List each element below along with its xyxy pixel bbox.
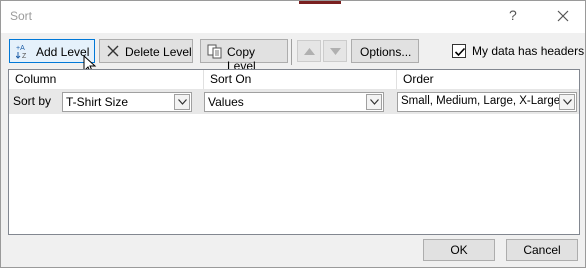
column-select-dropdown[interactable] — [174, 94, 190, 110]
close-button[interactable] — [551, 5, 575, 27]
checkmark-icon — [454, 47, 466, 57]
move-down-button[interactable] — [323, 40, 347, 62]
title-accent — [299, 1, 341, 4]
sort-by-label: Sort by — [13, 94, 52, 108]
sort-level-row[interactable]: Sort by T-Shirt Size Values Small, Mediu… — [9, 90, 579, 114]
triangle-up-icon — [304, 48, 315, 55]
triangle-down-icon — [330, 48, 341, 55]
sort-add-icon: +A Z — [15, 43, 34, 62]
column-select-value: T-Shirt Size — [66, 95, 129, 109]
add-level-label: Add Level — [36, 45, 90, 59]
help-button[interactable]: ? — [509, 7, 517, 23]
chevron-down-icon — [563, 99, 572, 105]
toolbar-separator — [291, 39, 292, 65]
chevron-down-icon — [370, 99, 379, 105]
sort-on-select[interactable]: Values — [204, 92, 384, 112]
move-up-button[interactable] — [297, 40, 321, 62]
copy-icon — [207, 44, 223, 62]
order-select-dropdown[interactable] — [559, 94, 575, 110]
delete-x-icon — [106, 44, 120, 61]
column-select[interactable]: T-Shirt Size — [62, 92, 192, 112]
delete-level-button[interactable]: Delete Level — [99, 39, 193, 63]
sort-on-select-value: Values — [208, 95, 244, 109]
dialog-title: Sort — [10, 9, 33, 23]
options-button[interactable]: Options... — [351, 39, 419, 63]
close-icon — [557, 10, 569, 22]
copy-level-button[interactable]: Copy Level — [200, 39, 288, 73]
cancel-button[interactable]: Cancel — [506, 239, 578, 261]
svg-text:Z: Z — [22, 53, 27, 59]
sort-levels-grid: Column Sort On Order Sort by T-Shirt Siz… — [8, 69, 580, 235]
options-label: Options... — [360, 45, 412, 59]
order-header: Order — [397, 70, 579, 90]
order-select-value: Small, Medium, Large, X-Large — [401, 95, 561, 107]
order-select[interactable]: Small, Medium, Large, X-Large — [397, 92, 577, 112]
sort-dialog: Sort ? +A Z Add Level Delete Level Copy … — [0, 0, 586, 268]
title-bar: Sort ? — [1, 1, 585, 33]
column-header: Column — [9, 70, 204, 90]
sort-on-header: Sort On — [204, 70, 397, 90]
chevron-down-icon — [178, 99, 187, 105]
my-data-has-headers-label: My data has headers — [472, 44, 585, 58]
sort-on-select-dropdown[interactable] — [366, 94, 382, 110]
delete-level-label: Delete Level — [125, 45, 192, 59]
ok-button[interactable]: OK — [423, 239, 495, 261]
my-data-has-headers-checkbox[interactable] — [452, 44, 466, 58]
svg-text:+A: +A — [16, 45, 25, 52]
